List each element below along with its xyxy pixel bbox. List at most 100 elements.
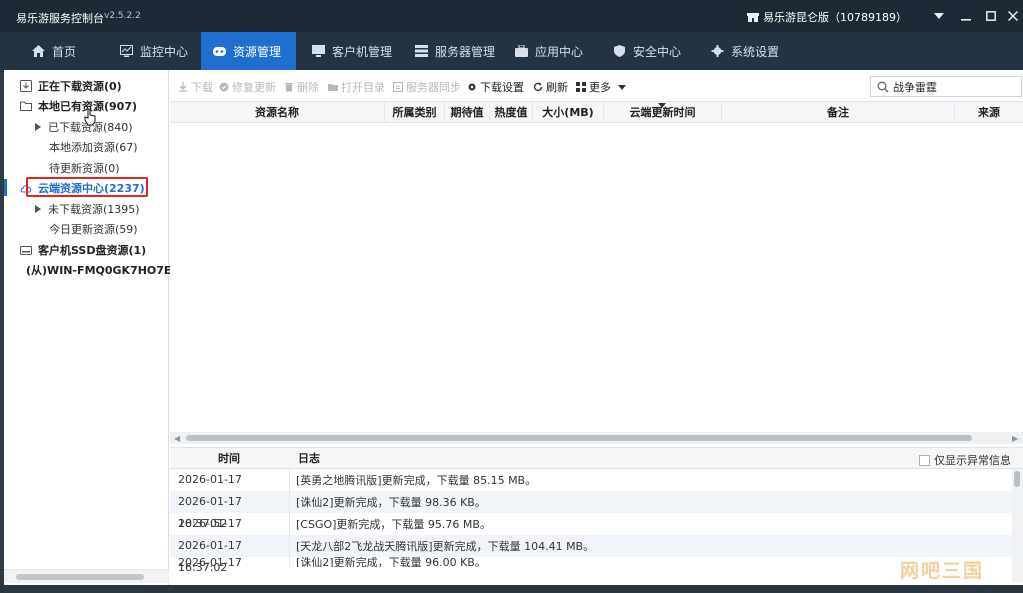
tab-security-center[interactable]: 安全中心 bbox=[601, 32, 693, 70]
tree-item-label: 未下载资源(1395) bbox=[48, 203, 140, 216]
home-icon bbox=[32, 45, 45, 57]
bottom-border bbox=[0, 585, 1023, 593]
gear-icon bbox=[711, 45, 724, 57]
sort-descending-icon bbox=[658, 103, 666, 108]
log-message: [诛仙2]更新完成，下载量 96.00 KB。 bbox=[296, 557, 486, 567]
tab-system-settings[interactable]: 系统设置 bbox=[699, 32, 791, 70]
col-source[interactable]: 来源 bbox=[955, 102, 1023, 123]
tab-monitor[interactable]: 监控中心 bbox=[108, 32, 200, 70]
repair-icon bbox=[219, 82, 229, 92]
tree-item-slave-server[interactable]: (从)WIN-FMQ0GK7HO7E bbox=[4, 260, 172, 280]
tab-client-management[interactable]: 客户机管理 bbox=[300, 32, 400, 70]
log-message: [天龙八部2飞龙战天腾讯版]更新完成，下载量 104.41 MB。 bbox=[296, 540, 595, 553]
app-icon bbox=[515, 45, 528, 57]
minimize-icon[interactable] bbox=[957, 7, 975, 25]
open-directory-button[interactable]: 打开目录 bbox=[328, 79, 385, 95]
log-row: 2026-01-17 16:37:10 [CSGO]更新完成，下载量 95.76… bbox=[170, 513, 1015, 552]
app-version: v2.5.2.2 bbox=[104, 11, 141, 21]
account-info[interactable]: 易乐游昆仑版（10789189） bbox=[747, 9, 907, 25]
log-vertical-scrollbar[interactable] bbox=[1012, 469, 1023, 582]
more-menu-button[interactable]: 更多 bbox=[576, 79, 626, 95]
tree-item-label: 客户机SSD盘资源(1) bbox=[38, 244, 147, 257]
tab-label: 系统设置 bbox=[731, 44, 780, 59]
close-icon[interactable] bbox=[1004, 7, 1022, 25]
resource-tree: 正在下载资源(0) 本地已有资源(907) 已下载资源(840) 本地添加资源(… bbox=[4, 70, 172, 585]
log-message: [诛仙2]更新完成，下载量 98.36 KB。 bbox=[296, 496, 486, 509]
tab-label: 安全中心 bbox=[633, 44, 682, 59]
abnormal-only-checkbox[interactable]: 仅显示异常信息 bbox=[919, 452, 1011, 468]
search-box[interactable] bbox=[870, 76, 1022, 97]
scrollbar-thumb[interactable] bbox=[186, 435, 972, 441]
tab-home[interactable]: 首页 bbox=[20, 32, 104, 70]
col-category[interactable]: 所属类别 bbox=[385, 102, 445, 123]
scroll-right-icon[interactable]: ▶ bbox=[1012, 434, 1018, 443]
tab-server-management[interactable]: 服务器管理 bbox=[403, 32, 503, 70]
maximize-icon[interactable] bbox=[982, 7, 1000, 25]
tree-item-downloading[interactable]: 正在下载资源(0) bbox=[4, 76, 169, 96]
log-row: 2026-01-17 16:36:57 [诛仙2]更新完成，下载量 96.00 … bbox=[170, 557, 1015, 567]
download-button[interactable]: 下载 bbox=[178, 79, 213, 95]
sidebar-horizontal-scrollbar[interactable] bbox=[4, 569, 169, 583]
tree-item-client-ssd[interactable]: 客户机SSD盘资源(1) bbox=[4, 240, 169, 260]
log-row: 2026-01-17 16:37:02 [天龙八部2飞龙战天腾讯版]更新完成，下… bbox=[170, 535, 1015, 574]
refresh-button[interactable]: 刷新 bbox=[533, 79, 568, 95]
chevron-down-icon bbox=[618, 84, 626, 90]
col-resource-name[interactable]: 资源名称 bbox=[170, 102, 385, 123]
col-popularity[interactable]: 热度值 bbox=[490, 102, 533, 123]
delete-button[interactable]: 删除 bbox=[284, 79, 319, 95]
scrollbar-thumb[interactable] bbox=[1014, 471, 1020, 487]
server-sync-label: 服务器同步 bbox=[406, 81, 461, 94]
table-horizontal-scrollbar[interactable]: ◀ ▶ bbox=[170, 432, 1023, 444]
tree-item-today-updated[interactable]: 今日更新资源(59) bbox=[4, 219, 169, 239]
log-col-time: 时间 bbox=[218, 452, 240, 465]
refresh-icon bbox=[533, 82, 543, 91]
open-directory-label: 打开目录 bbox=[341, 81, 385, 94]
tab-label: 服务器管理 bbox=[435, 44, 496, 59]
app-title: 易乐游服务控制台 bbox=[16, 12, 104, 25]
more-label: 更多 bbox=[589, 81, 611, 94]
caret-right-icon bbox=[35, 123, 41, 131]
tree-item-local-added[interactable]: 本地添加资源(67) bbox=[4, 137, 169, 157]
tree-item-not-downloaded[interactable]: 未下载资源(1395) bbox=[4, 199, 169, 219]
col-size[interactable]: 大小(MB) bbox=[533, 102, 604, 123]
server-sync-button[interactable]: 服务器同步 bbox=[393, 79, 461, 95]
search-icon bbox=[877, 81, 889, 93]
tree-item-label: 待更新资源(0) bbox=[49, 162, 120, 175]
log-col-message: 日志 bbox=[298, 452, 320, 465]
log-time: 2026-01-17 16:36:57 bbox=[170, 557, 290, 567]
scrollbar-thumb[interactable] bbox=[16, 574, 144, 580]
resource-table-body bbox=[170, 123, 1023, 432]
account-label: 易乐游昆仑版（10789189） bbox=[763, 11, 907, 24]
chevron-down-icon[interactable] bbox=[930, 7, 948, 25]
tab-label: 首页 bbox=[52, 44, 77, 59]
tab-resource-management[interactable]: 资源管理 bbox=[201, 32, 296, 70]
tab-label: 资源管理 bbox=[233, 44, 282, 59]
log-time: 2026-01-17 18:37:52 bbox=[170, 491, 290, 530]
tab-app-center[interactable]: 应用中心 bbox=[503, 32, 595, 70]
resource-table-header: 资源名称 所属类别 期待值 热度值 大小(MB) 云端更新时间 备注 来源 bbox=[170, 101, 1023, 123]
search-input[interactable] bbox=[893, 80, 1013, 93]
log-time: 2026-01-17 18:38:42 bbox=[170, 469, 290, 508]
main-nav: 首页 监控中心 资源管理 客户机管理 服务器管理 应用中心 安全中心 系统设置 bbox=[0, 32, 1023, 70]
tree-item-label: 本地添加资源(67) bbox=[49, 141, 138, 154]
log-row: 2026-01-17 18:37:52 [诛仙2]更新完成，下载量 98.36 … bbox=[170, 491, 1015, 530]
client-icon bbox=[312, 45, 325, 57]
checkbox-label: 仅显示异常信息 bbox=[934, 454, 1011, 467]
checkbox[interactable] bbox=[919, 454, 930, 466]
download-settings-button[interactable]: 下载设置 bbox=[467, 79, 524, 95]
watermark-logo: 网吧三国 bbox=[900, 560, 985, 582]
sync-icon bbox=[393, 82, 403, 92]
col-remark[interactable]: 备注 bbox=[722, 102, 955, 123]
repair-update-button[interactable]: 修复更新 bbox=[219, 79, 276, 95]
shield-icon bbox=[614, 45, 625, 57]
highlight-annotation bbox=[26, 177, 148, 197]
delete-label: 删除 bbox=[297, 81, 319, 94]
tab-label: 监控中心 bbox=[140, 44, 189, 59]
tree-item-label: (从)WIN-FMQ0GK7HO7E bbox=[26, 264, 172, 277]
tree-item-pending-update[interactable]: 待更新资源(0) bbox=[4, 158, 169, 178]
col-expectation[interactable]: 期待值 bbox=[445, 102, 490, 123]
resource-icon bbox=[213, 47, 226, 56]
resource-toolbar: 下载 修复更新 删除 打开目录 服务器同步 下载设置 刷新 更多 bbox=[170, 70, 1023, 101]
scroll-left-icon[interactable]: ◀ bbox=[174, 434, 180, 443]
log-message: [CSGO]更新完成，下载量 95.76 MB。 bbox=[296, 518, 491, 531]
